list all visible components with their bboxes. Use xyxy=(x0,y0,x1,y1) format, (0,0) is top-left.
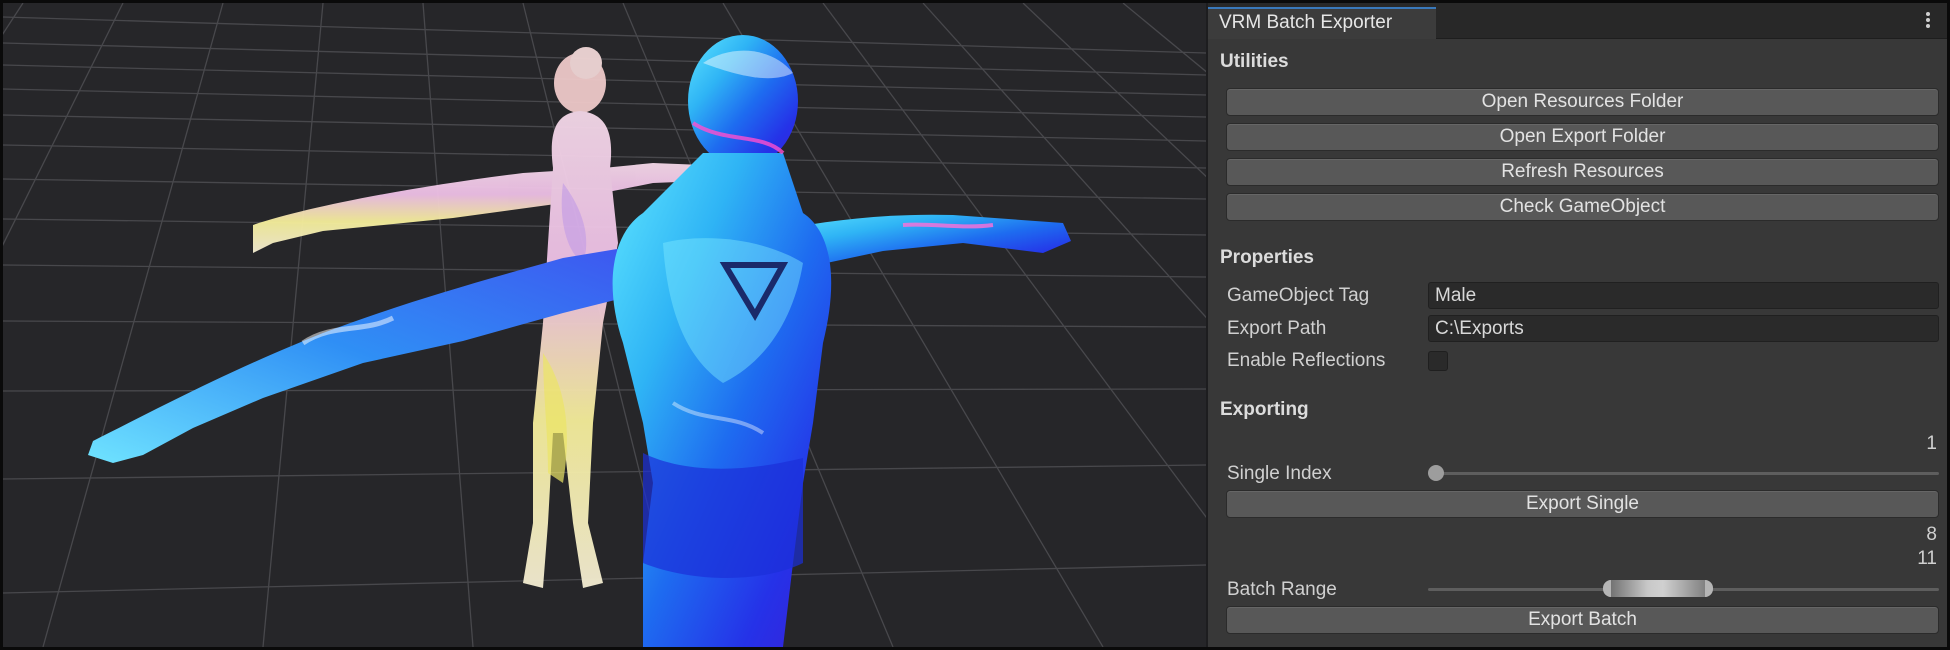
export-path-label: Export Path xyxy=(1227,318,1327,339)
scene-canvas xyxy=(3,3,1206,647)
open-resources-folder-button[interactable]: Open Resources Folder xyxy=(1226,88,1939,116)
enable-reflections-label: Enable Reflections xyxy=(1227,350,1386,371)
single-index-slider[interactable] xyxy=(1428,465,1939,481)
batch-range-max-value: 11 xyxy=(1917,548,1937,569)
export-batch-button[interactable]: Export Batch xyxy=(1226,606,1939,634)
properties-heading: Properties xyxy=(1220,247,1314,268)
open-export-folder-button[interactable]: Open Export Folder xyxy=(1226,123,1939,151)
vrm-batch-exporter-panel: VRM Batch Exporter Utilities Open Resour… xyxy=(1208,3,1947,647)
enable-reflections-checkbox[interactable] xyxy=(1428,351,1448,371)
single-index-slider-handle[interactable] xyxy=(1428,465,1444,481)
scene-grid xyxy=(3,3,1206,647)
scene-view[interactable] xyxy=(3,3,1206,647)
batch-range-slider-handle[interactable] xyxy=(1602,580,1714,597)
kebab-menu-icon[interactable] xyxy=(1925,11,1931,31)
gameobject-tag-field[interactable]: Male xyxy=(1428,282,1939,309)
exporting-heading: Exporting xyxy=(1220,399,1309,420)
panel-tab-bar: VRM Batch Exporter xyxy=(1208,3,1947,39)
batch-range-label: Batch Range xyxy=(1227,579,1337,600)
check-gameobject-button[interactable]: Check GameObject xyxy=(1226,193,1939,221)
utilities-heading: Utilities xyxy=(1220,51,1289,72)
single-index-value: 1 xyxy=(1926,433,1937,454)
editor-window: VRM Batch Exporter Utilities Open Resour… xyxy=(0,0,1950,650)
refresh-resources-button[interactable]: Refresh Resources xyxy=(1226,158,1939,186)
gameobject-tag-label: GameObject Tag xyxy=(1227,285,1370,306)
single-index-label: Single Index xyxy=(1227,463,1332,484)
export-single-button[interactable]: Export Single xyxy=(1226,490,1939,518)
export-path-field[interactable]: C:\Exports xyxy=(1428,315,1939,342)
batch-range-min-value: 8 xyxy=(1926,524,1937,545)
tab-vrm-batch-exporter[interactable]: VRM Batch Exporter xyxy=(1208,7,1436,39)
batch-range-slider[interactable] xyxy=(1428,580,1939,597)
